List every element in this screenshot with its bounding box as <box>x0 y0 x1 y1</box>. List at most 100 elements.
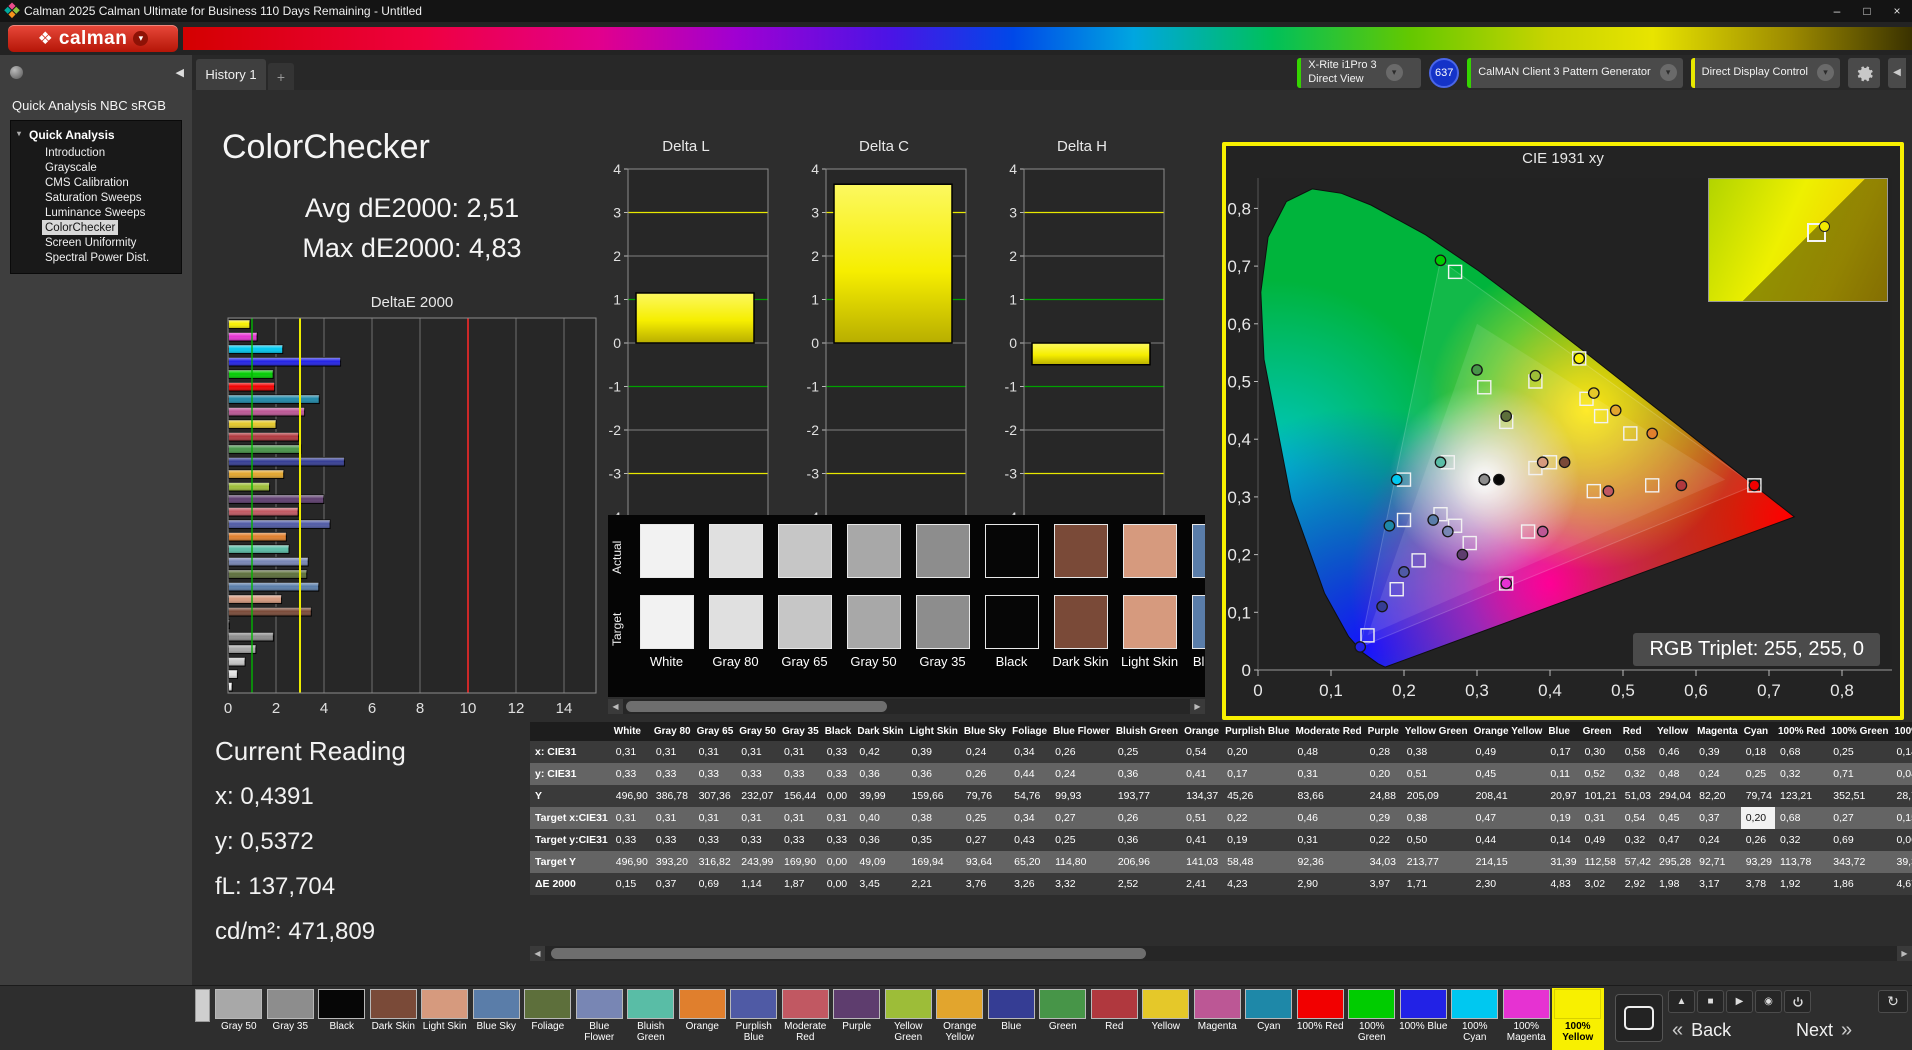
cell-y-orange[interactable]: 134,37 <box>1181 785 1222 807</box>
cell-y-moderate-red[interactable]: 83,66 <box>1293 785 1365 807</box>
cell-target-y-orange-yellow[interactable]: 214,15 <box>1471 851 1546 873</box>
cell-target-x-cie31-moderate-red[interactable]: 0,46 <box>1293 807 1365 829</box>
refresh-button[interactable]: ↻ <box>1878 990 1908 1013</box>
cell-y-yellow-green[interactable]: 205,09 <box>1402 785 1471 807</box>
cell-y-gray-50[interactable]: 232,07 <box>736 785 779 807</box>
cell-y-100-red[interactable]: 123,21 <box>1775 785 1828 807</box>
cell-y-cie31-100-green[interactable]: 0,71 <box>1828 763 1891 785</box>
cell-target-x-cie31-light-skin[interactable]: 0,38 <box>907 807 961 829</box>
cell-target-y-cie31-magenta[interactable]: 0,24 <box>1694 829 1741 851</box>
cell-target-y-cie31-100-green[interactable]: 0,69 <box>1828 829 1891 851</box>
pattern-tile-green[interactable]: Green <box>1037 988 1089 1050</box>
pattern-tile-foliage[interactable]: Foliage <box>522 988 574 1050</box>
sidebar-item-screen-uniformity[interactable]: Screen Uniformity <box>42 235 139 250</box>
cell-target-y-cie31-purplish-blue[interactable]: 0,19 <box>1222 829 1292 851</box>
cell-y-cie31-light-skin[interactable]: 0,36 <box>907 763 961 785</box>
cell-y-cyan[interactable]: 79,74 <box>1741 785 1775 807</box>
cell-y-100-green[interactable]: 352,51 <box>1828 785 1891 807</box>
cell-target-y-100-green[interactable]: 343,72 <box>1828 851 1891 873</box>
cell-y-cie31-gray-65[interactable]: 0,33 <box>694 763 737 785</box>
cell-y-bluish-green[interactable]: 193,77 <box>1113 785 1181 807</box>
cell-e-2000-orange-yellow[interactable]: 2,30 <box>1471 873 1546 895</box>
cell-target-y-cie31-yellow-green[interactable]: 0,50 <box>1402 829 1471 851</box>
cell-x-cie31-gray-35[interactable]: 0,31 <box>779 741 822 763</box>
cell-target-y-cie31-orange-yellow[interactable]: 0,44 <box>1471 829 1546 851</box>
cell-target-x-cie31-green[interactable]: 0,31 <box>1580 807 1620 829</box>
cell-y-cie31-purple[interactable]: 0,20 <box>1365 763 1402 785</box>
scroll-thumb[interactable] <box>626 701 887 712</box>
pattern-tile-orange-yellow[interactable]: Orange Yellow <box>934 988 986 1050</box>
cell-x-cie31-yellow[interactable]: 0,46 <box>1654 741 1694 763</box>
cell-x-cie31-100-green[interactable]: 0,25 <box>1828 741 1891 763</box>
meter-dropdown[interactable]: X-Rite i1Pro 3 Direct View ▾ <box>1297 58 1421 88</box>
power-button[interactable] <box>1784 990 1811 1013</box>
tab-history-1[interactable]: History 1 <box>196 59 266 90</box>
sidebar-item-introduction[interactable]: Introduction <box>42 145 108 160</box>
cell-e-2000-gray-50[interactable]: 1,14 <box>736 873 779 895</box>
cell-x-cie31-purplish-blue[interactable]: 0,20 <box>1222 741 1292 763</box>
cell-target-y-cie31-gray-35[interactable]: 0,33 <box>779 829 822 851</box>
next-button[interactable]: Next » <box>1796 1016 1852 1044</box>
cell-target-y-cie31-light-skin[interactable]: 0,35 <box>907 829 961 851</box>
cell-y-100-blue[interactable]: 28,71 <box>1892 785 1912 807</box>
pattern-window-button[interactable] <box>1615 994 1663 1042</box>
cell-target-x-cie31-100-green[interactable]: 0,27 <box>1828 807 1891 829</box>
cell-target-y-cie31-bluish-green[interactable]: 0,36 <box>1113 829 1181 851</box>
cell-target-y-black[interactable]: 0,00 <box>822 851 855 873</box>
cell-x-cie31-gray-50[interactable]: 0,31 <box>736 741 779 763</box>
cell-y-blue-sky[interactable]: 79,76 <box>961 785 1009 807</box>
cell-x-cie31-black[interactable]: 0,33 <box>822 741 855 763</box>
pattern-tile-purplish-blue[interactable]: Purplish Blue <box>728 988 780 1050</box>
cell-y-cie31-green[interactable]: 0,52 <box>1580 763 1620 785</box>
cell-y-blue-flower[interactable]: 99,93 <box>1050 785 1113 807</box>
pattern-tile-orange[interactable]: Orange <box>677 988 729 1050</box>
cell-y-cie31-orange-yellow[interactable]: 0,45 <box>1471 763 1546 785</box>
cell-y-cie31-blue-sky[interactable]: 0,26 <box>961 763 1009 785</box>
cell-e-2000-100-red[interactable]: 1,92 <box>1775 873 1828 895</box>
pattern-tile-blue-flower[interactable]: Blue Flower <box>574 988 626 1050</box>
cell-e-2000-gray-65[interactable]: 0,69 <box>694 873 737 895</box>
cell-target-x-cie31-purple[interactable]: 0,29 <box>1365 807 1402 829</box>
cell-target-x-cie31-gray-65[interactable]: 0,31 <box>694 807 737 829</box>
cell-y-blue[interactable]: 20,97 <box>1545 785 1579 807</box>
cell-target-x-cie31-gray-50[interactable]: 0,31 <box>736 807 779 829</box>
cell-target-y-cie31-100-blue[interactable]: 0,06 <box>1892 829 1912 851</box>
cell-y-black[interactable]: 0,00 <box>822 785 855 807</box>
cell-target-y-cie31-yellow[interactable]: 0,47 <box>1654 829 1694 851</box>
pattern-tile-blue[interactable]: Blue <box>986 988 1038 1050</box>
cell-e-2000-blue[interactable]: 4,83 <box>1545 873 1579 895</box>
source-dropdown[interactable]: CalMAN Client 3 Pattern Generator ▾ <box>1467 58 1682 88</box>
cell-y-white[interactable]: 496,90 <box>611 785 651 807</box>
cell-x-cie31-blue-sky[interactable]: 0,24 <box>961 741 1009 763</box>
cell-y-purple[interactable]: 24,88 <box>1365 785 1402 807</box>
cell-x-cie31-gray-65[interactable]: 0,31 <box>694 741 737 763</box>
cell-target-y-cie31-orange[interactable]: 0,41 <box>1181 829 1222 851</box>
pattern-tile-light-skin[interactable]: Light Skin <box>419 988 471 1050</box>
cell-x-cie31-red[interactable]: 0,58 <box>1620 741 1654 763</box>
cell-e-2000-light-skin[interactable]: 2,21 <box>907 873 961 895</box>
cell-x-cie31-blue-flower[interactable]: 0,26 <box>1050 741 1113 763</box>
settings-button[interactable] <box>1848 58 1880 88</box>
cell-y-dark-skin[interactable]: 39,99 <box>854 785 906 807</box>
cell-x-cie31-foliage[interactable]: 0,34 <box>1009 741 1050 763</box>
cell-x-cie31-blue[interactable]: 0,17 <box>1545 741 1579 763</box>
cell-target-y-red[interactable]: 57,42 <box>1620 851 1654 873</box>
cell-target-y-light-skin[interactable]: 169,94 <box>907 851 961 873</box>
sidebar-collapse-icon[interactable]: ◀ <box>176 66 184 79</box>
cell-e-2000-blue-sky[interactable]: 3,76 <box>961 873 1009 895</box>
pattern-tile-magenta[interactable]: Magenta <box>1192 988 1244 1050</box>
maximize-icon[interactable]: □ <box>1852 0 1882 22</box>
sidebar-item-luminance-sweeps[interactable]: Luminance Sweeps <box>42 205 148 220</box>
cell-target-x-cie31-100-red[interactable]: 0,68 <box>1775 807 1828 829</box>
cell-target-y-gray-50[interactable]: 243,99 <box>736 851 779 873</box>
cell-target-y-cie31-purple[interactable]: 0,22 <box>1365 829 1402 851</box>
cell-target-y-100-red[interactable]: 113,78 <box>1775 851 1828 873</box>
tree-root-quick-analysis[interactable]: ▾ Quick Analysis <box>11 126 181 145</box>
sidebar-item-spectral-power-dist[interactable]: Spectral Power Dist. <box>42 250 152 265</box>
cell-y-gray-65[interactable]: 307,36 <box>694 785 737 807</box>
cell-target-y-cie31-cyan[interactable]: 0,26 <box>1741 829 1775 851</box>
cell-target-y-cie31-blue-sky[interactable]: 0,27 <box>961 829 1009 851</box>
cell-y-cie31-100-blue[interactable]: 0,04 <box>1892 763 1912 785</box>
cell-e-2000-purplish-blue[interactable]: 4,23 <box>1222 873 1292 895</box>
cell-target-y-cie31-gray-80[interactable]: 0,33 <box>651 829 694 851</box>
